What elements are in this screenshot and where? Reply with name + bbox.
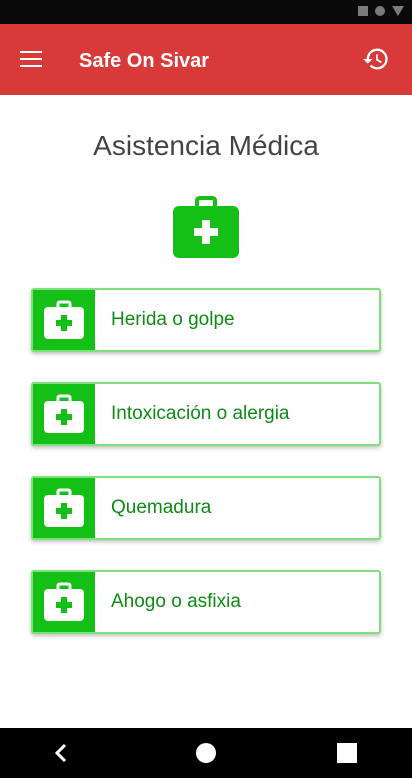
- history-icon[interactable]: [362, 45, 390, 73]
- notification-dot-icon: [375, 6, 385, 16]
- recent-apps-icon[interactable]: [337, 743, 357, 763]
- back-icon[interactable]: [50, 742, 72, 764]
- first-aid-kit-icon: [173, 196, 239, 258]
- option-label: Herida o golpe: [111, 309, 235, 330]
- menu-icon[interactable]: [20, 51, 42, 67]
- option-label: Intoxicación o alergia: [111, 403, 290, 424]
- status-icons: [358, 6, 404, 16]
- option-intoxicacion-o-alergia[interactable]: Intoxicación o alergia: [31, 382, 381, 446]
- option-label: Ahogo o asfixia: [111, 591, 241, 612]
- first-aid-kit-icon: [33, 384, 95, 444]
- signal-icon: [392, 6, 404, 16]
- first-aid-kit-icon: [33, 290, 95, 350]
- option-label: Quemadura: [111, 497, 212, 518]
- home-icon[interactable]: [196, 743, 216, 763]
- first-aid-kit-icon: [33, 572, 95, 632]
- first-aid-kit-icon: [33, 478, 95, 538]
- notification-square-icon: [358, 6, 368, 16]
- app-bar: Safe On Sivar: [0, 24, 412, 95]
- system-nav-bar: [0, 728, 412, 778]
- option-herida-o-golpe[interactable]: Herida o golpe: [31, 288, 381, 352]
- option-quemadura[interactable]: Quemadura: [31, 476, 381, 540]
- app-title: Safe On Sivar: [79, 50, 210, 72]
- status-bar: [0, 0, 412, 24]
- option-ahogo-o-asfixia[interactable]: Ahogo o asfixia: [31, 570, 381, 634]
- page-title: Asistencia Médica: [93, 130, 319, 161]
